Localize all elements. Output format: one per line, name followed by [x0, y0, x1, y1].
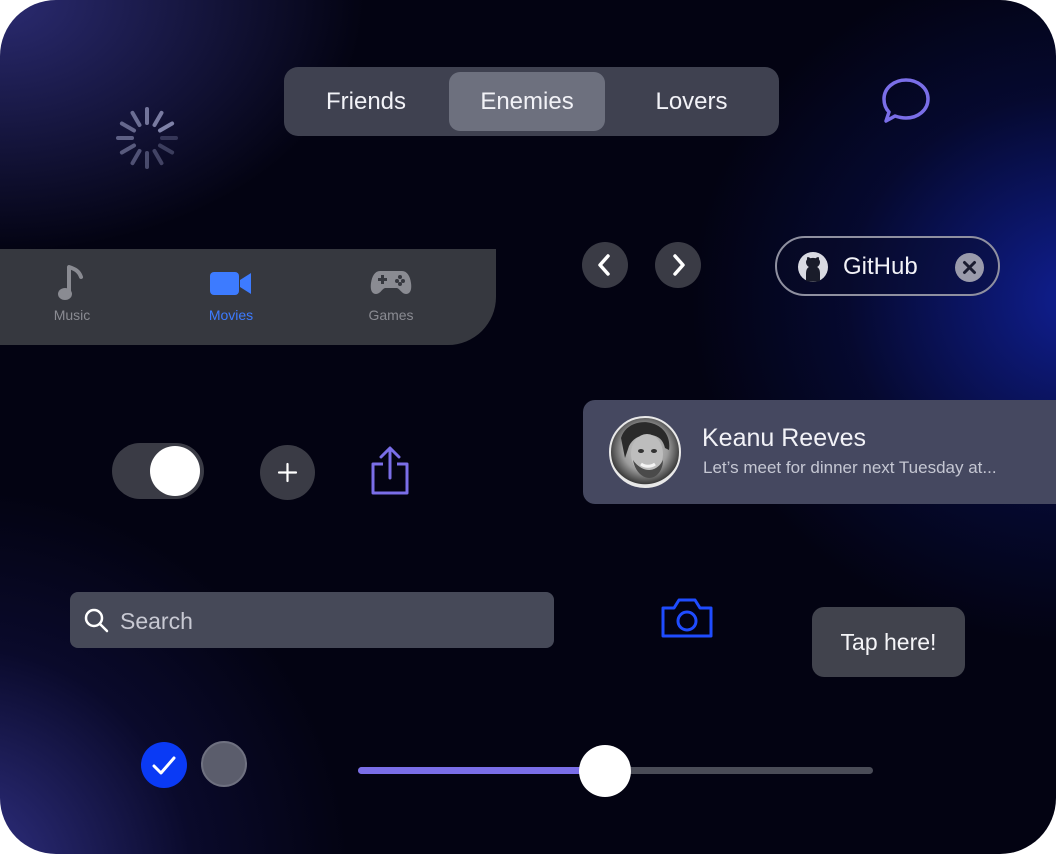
add-button[interactable]: [260, 445, 315, 500]
tab-music-label: Music: [53, 307, 91, 323]
chip-close-button[interactable]: [955, 253, 984, 282]
slider[interactable]: [358, 745, 873, 797]
chevron-left-icon: [598, 254, 610, 276]
chevron-right-icon: [673, 254, 685, 276]
radio-unchecked[interactable]: [201, 741, 247, 787]
notification-card[interactable]: Keanu Reeves Let’s meet for dinner next …: [583, 400, 1056, 504]
search-icon: [84, 608, 109, 633]
chip-label: GitHub: [843, 253, 918, 280]
toggle-knob: [150, 446, 200, 496]
segment-enemies[interactable]: Enemies: [449, 72, 605, 131]
segment-lovers[interactable]: Lovers: [614, 72, 769, 131]
message-preview: Let’s meet for dinner next Tuesday at...: [703, 458, 997, 477]
close-icon: [963, 261, 976, 274]
checkbox-checked[interactable]: [141, 742, 187, 788]
avatar: [609, 416, 681, 488]
tab-games[interactable]: Games: [331, 263, 451, 323]
previous-button[interactable]: [582, 242, 628, 288]
sender-name: Keanu Reeves: [702, 424, 867, 452]
checkmark-icon: [152, 756, 176, 775]
plus-icon: [277, 462, 298, 483]
toggle-switch[interactable]: [112, 443, 204, 499]
camera-icon[interactable]: [659, 596, 715, 640]
music-note-icon: [58, 265, 83, 300]
chat-bubble-icon[interactable]: [880, 76, 932, 124]
search-input[interactable]: [118, 604, 542, 638]
tab-games-label: Games: [368, 307, 414, 323]
github-icon: [798, 252, 828, 282]
tooltip-button[interactable]: Tap here!: [812, 607, 965, 677]
loading-spinner-icon: [116, 107, 178, 169]
tab-bar: Music Movies Games: [0, 249, 496, 345]
share-icon[interactable]: [368, 445, 412, 497]
slider-fill: [358, 767, 606, 774]
gamepad-icon: [370, 271, 412, 294]
tab-music[interactable]: Music: [12, 263, 132, 323]
github-chip[interactable]: GitHub: [775, 236, 1000, 296]
segmented-control: Friends Enemies Lovers: [284, 67, 779, 136]
tab-movies[interactable]: Movies: [171, 263, 291, 323]
next-button[interactable]: [655, 242, 701, 288]
avatar-portrait: [621, 422, 670, 478]
search-bar[interactable]: [70, 592, 554, 648]
component-showcase-panel: Friends Enemies Lovers Music Movies Game…: [0, 0, 1056, 854]
slider-thumb[interactable]: [579, 745, 632, 797]
tab-movies-label: Movies: [208, 307, 254, 323]
segment-friends[interactable]: Friends: [294, 72, 438, 131]
video-camera-icon: [210, 272, 251, 295]
